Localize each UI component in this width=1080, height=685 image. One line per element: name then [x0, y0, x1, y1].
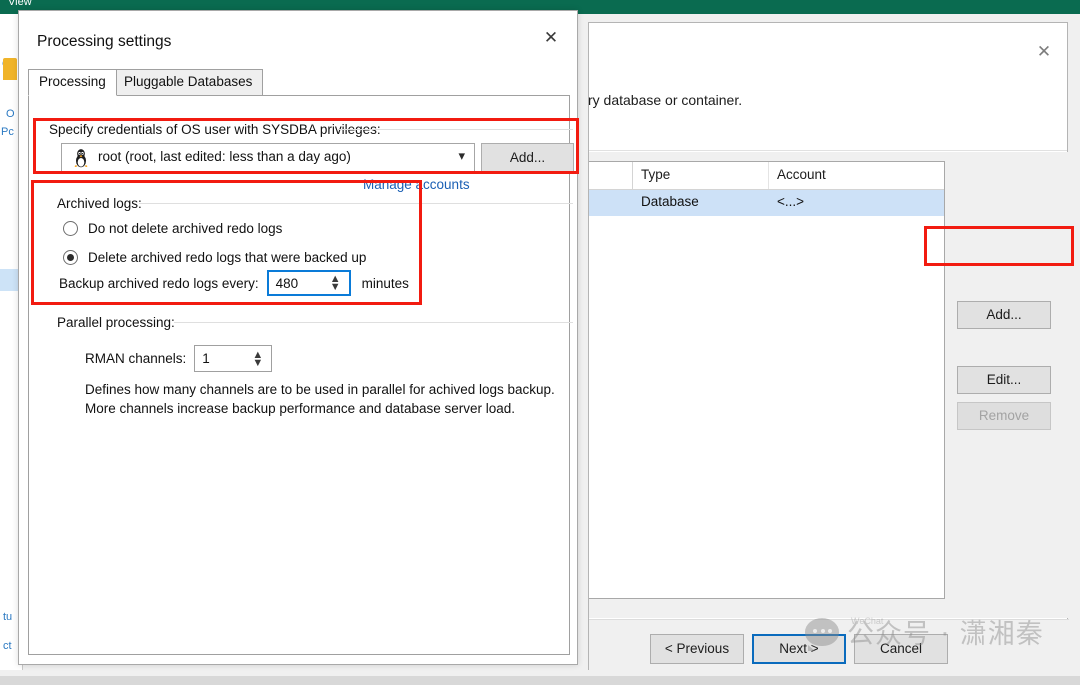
rman-channels-stepper[interactable]: 1 ▲ ▼ [194, 345, 273, 372]
table-header-row: Type Account [589, 162, 944, 190]
minutes-label: minutes [361, 275, 409, 291]
description-line-2: More channels increase backup performanc… [85, 401, 516, 416]
chevron-down-icon[interactable]: ▾ [458, 148, 465, 164]
linux-tux-icon [74, 149, 88, 168]
backup-interval-row: Backup archived redo logs every: 480 ▲ ▼… [59, 270, 409, 296]
radio-delete-backed-up-label: Delete archived redo logs that were back… [88, 249, 367, 265]
sidebar-fragment-pc: Pc [1, 126, 14, 138]
close-icon[interactable]: ✕ [1027, 37, 1061, 65]
close-icon[interactable]: ✕ [529, 20, 573, 54]
cancel-button[interactable]: Cancel [854, 634, 948, 664]
radio-icon-checked[interactable] [63, 249, 78, 265]
backup-interval-value: 480 [275, 275, 299, 291]
screen-bottom-bar [0, 676, 1080, 685]
processing-settings-dialog: Processing settings ✕ Processing Pluggab… [18, 10, 578, 665]
tabstrip: Processing Pluggable Databases [28, 69, 570, 96]
folder-icon [3, 58, 17, 80]
previous-button[interactable]: < Previous [650, 634, 744, 664]
parallel-processing-description: Defines how many channels are to be used… [85, 380, 565, 418]
sidebar-fragment-tu[interactable]: tu [3, 611, 12, 623]
sidebar-fragment-ct[interactable]: ct [3, 640, 12, 652]
wizard-subtitle: ry database or container. [588, 92, 743, 108]
next-button[interactable]: Next > [752, 634, 846, 664]
credentials-group-label: Specify credentials of OS user with SYSD… [49, 122, 384, 137]
account-table[interactable]: Type Account Database <...> [589, 161, 945, 599]
chevron-down-icon[interactable]: ▼ [330, 282, 341, 293]
tab-processing[interactable]: Processing [28, 69, 117, 96]
edit-button[interactable]: Edit... [957, 366, 1051, 394]
parallel-processing-group-rule [174, 322, 573, 323]
parallel-processing-group-label: Parallel processing: [57, 315, 178, 330]
credentials-selected-value: root (root, last edited: less than a day… [98, 149, 351, 164]
sidebar-fragment-re[interactable]: re [3, 667, 13, 670]
description-line-1: Defines how many channels are to be used… [85, 382, 555, 397]
remove-button: Remove [957, 402, 1051, 430]
backup-interval-label: Backup archived redo logs every: [59, 275, 259, 291]
backup-interval-stepper[interactable]: 480 ▲ ▼ [266, 270, 351, 296]
radio-do-not-delete[interactable]: Do not delete archived redo logs [63, 218, 282, 238]
stepper-arrows-icon[interactable]: ▲ ▼ [330, 274, 341, 293]
stepper-arrows-icon[interactable]: ▲ ▼ [252, 349, 263, 368]
column-header-type: Type [633, 162, 769, 189]
credentials-select[interactable]: root (root, last edited: less than a day… [61, 143, 475, 172]
wizard-header: ✕ ry database or container. [588, 23, 1067, 151]
cell-blank [589, 190, 633, 216]
wizard-footer: < Previous Next > Cancel [589, 619, 1069, 670]
rman-channels-value: 1 [202, 351, 210, 366]
chevron-down-icon[interactable]: ▼ [252, 357, 263, 368]
manage-accounts-link[interactable]: Manage accounts [363, 177, 470, 192]
cell-type: Database [641, 194, 699, 209]
rman-channels-row: RMAN channels: 1 ▲ ▼ [85, 345, 273, 372]
wizard-main-area: Type Account Database <...> Add... Edit.… [589, 152, 1069, 618]
rman-channels-label: RMAN channels: [85, 351, 187, 366]
radio-delete-backed-up[interactable]: Delete archived redo logs that were back… [63, 247, 366, 267]
table-row[interactable]: Database <...> [589, 190, 944, 216]
archived-logs-group-label: Archived logs: [57, 196, 145, 211]
wizard-dialog: ✕ ry database or container. Type Account… [588, 22, 1069, 670]
radio-do-not-delete-label: Do not delete archived redo logs [88, 220, 283, 236]
radio-icon-unchecked[interactable] [63, 220, 78, 236]
app-titlebar-text: View [8, 0, 32, 8]
add-button[interactable]: Add... [957, 301, 1051, 329]
add-credential-button[interactable]: Add... [481, 143, 574, 172]
column-header-account: Account [777, 167, 826, 182]
sidebar-fragment-o: O [6, 108, 15, 120]
cell-account: <...> [777, 194, 805, 209]
page-title: Processing settings [37, 33, 172, 50]
archived-logs-group-rule [139, 203, 573, 204]
tab-pluggable-databases[interactable]: Pluggable Databases [113, 69, 264, 96]
credentials-group-rule [337, 129, 573, 130]
column-header-blank [589, 162, 633, 189]
tab-panel-processing [28, 95, 570, 655]
